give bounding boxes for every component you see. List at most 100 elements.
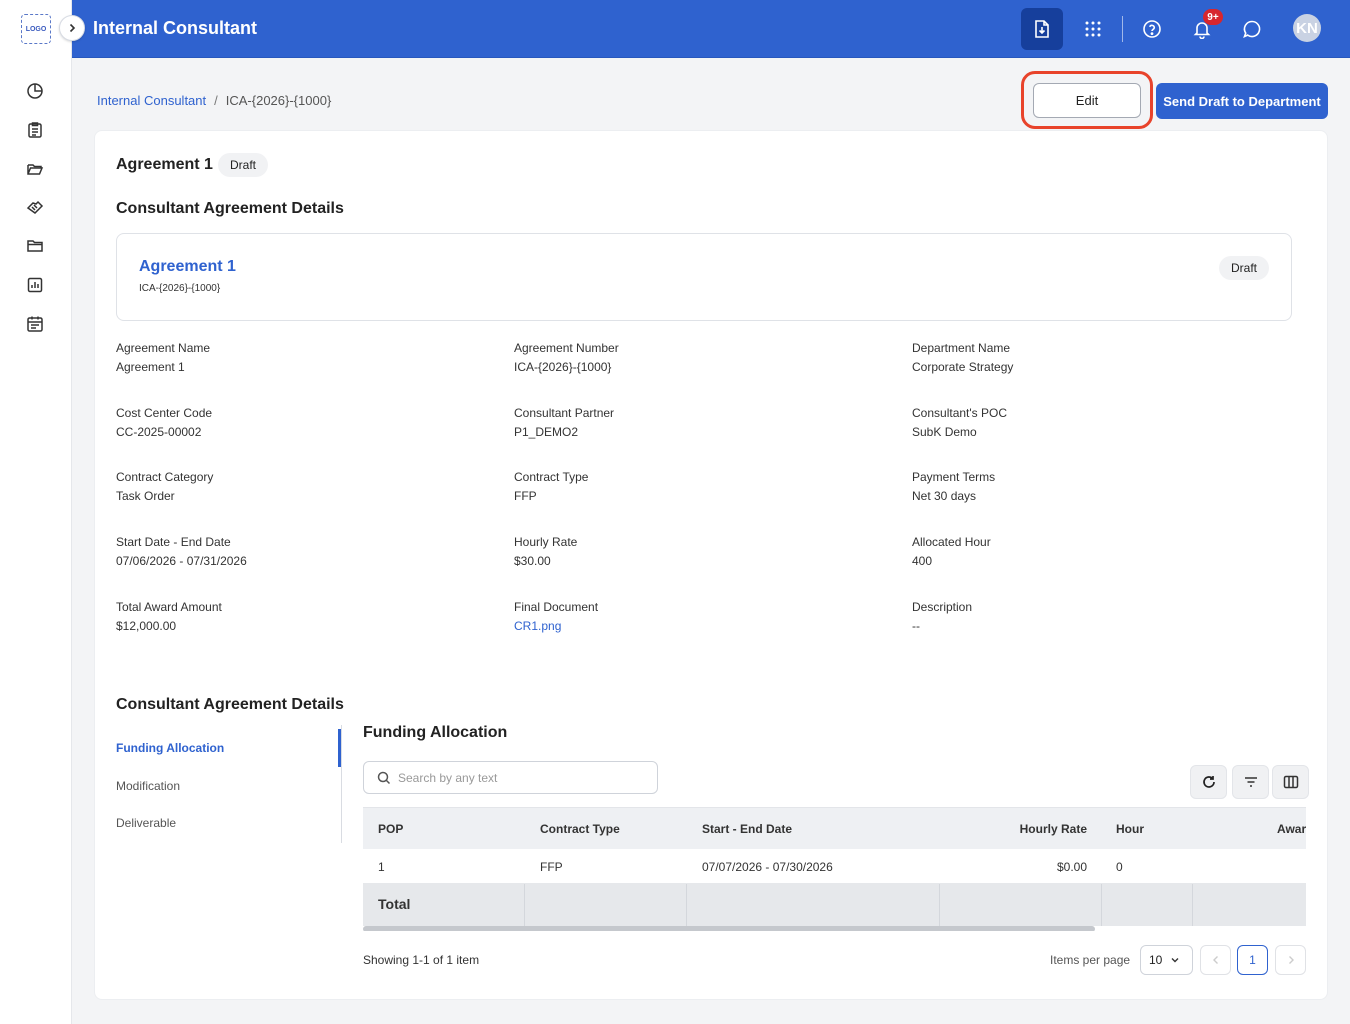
field-label: Start Date - End Date [116,535,231,549]
refresh-button[interactable] [1190,765,1227,799]
chevron-down-icon [1171,958,1179,963]
edit-button[interactable]: Edit [1033,83,1141,118]
field-label: Contract Type [514,470,589,484]
field-value: $30.00 [514,554,551,568]
column-header-award[interactable]: Awar [1277,822,1306,836]
field-consultant-poc: Consultant's POC SubK Demo [912,406,1252,439]
field-label: Allocated Hour [912,535,991,549]
search-input[interactable] [398,769,648,787]
field-payment-terms: Payment Terms Net 30 days [912,470,1252,503]
tab-funding-allocation[interactable]: Funding Allocation [116,741,224,755]
download-document-button[interactable] [1021,8,1063,50]
column-header-start-end-date[interactable]: Start - End Date [702,822,792,836]
breadcrumb-current: ICA-{2026}-{1000} [225,93,332,108]
summary-agreement-name: Agreement 1 [139,258,236,275]
field-value: $12,000.00 [116,619,177,633]
cell-start-end-date: 07/07/2026 - 07/30/2026 [702,860,833,874]
final-document-link[interactable]: CR1.png [514,619,854,633]
sidebar: LOGO [0,0,72,1024]
column-header-contract-type[interactable]: Contract Type [540,822,620,836]
search-box [363,761,658,794]
field-value: SubK Demo [912,425,977,439]
calendar-icon[interactable] [24,313,46,335]
app-header: Internal Consultant 9+ KN [72,0,1350,58]
field-value: P1_DEMO2 [514,425,579,439]
field-department-name: Department Name Corporate Strategy [912,341,1252,374]
help-icon [1143,20,1161,38]
details-tabs: Funding Allocation Modification Delivera… [116,725,342,843]
items-per-page-value: 10 [1149,953,1163,967]
field-hourly-rate: Hourly Rate $30.00 [514,535,854,568]
field-value: 400 [912,554,933,568]
tab-modification[interactable]: Modification [116,779,180,793]
status-badge: Draft [218,153,269,177]
agreement-title: Agreement 1 [116,156,213,173]
total-cell [1102,884,1193,926]
field-value: Net 30 days [912,489,977,503]
folder-open-icon[interactable] [24,158,46,180]
breadcrumb-root-link[interactable]: Internal Consultant [97,93,206,108]
field-agreement-number: Agreement Number ICA-{2026}-{1000} [514,341,854,374]
field-label: Agreement Name [116,341,211,355]
tab-deliverable[interactable]: Deliverable [116,816,176,830]
field-label: Consultant Partner [514,406,615,420]
pie-chart-icon[interactable] [24,80,46,102]
field-agreement-name: Agreement Name Agreement 1 [116,341,456,374]
field-label: Agreement Number [514,341,619,355]
sidebar-toggle-button[interactable] [59,15,85,41]
field-final-document: Final Document CR1.png [514,600,854,633]
field-consultant-partner: Consultant Partner P1_DEMO2 [514,406,854,439]
help-button[interactable] [1131,8,1173,50]
total-cell [940,884,1102,926]
chat-button[interactable] [1231,8,1273,50]
page-number-button[interactable]: 1 [1237,945,1268,975]
columns-button[interactable] [1272,765,1309,799]
field-label: Hourly Rate [514,535,578,549]
details-section-title: Consultant Agreement Details [116,200,344,217]
logo: LOGO [21,14,51,44]
total-cell [687,884,940,926]
items-per-page-select[interactable]: 10 [1140,945,1193,975]
summary-agreement-number: ICA-{2026}-{1000} [139,283,221,294]
field-value: -- [912,619,920,633]
field-label: Consultant's POC [912,406,1007,420]
total-label: Total [378,896,411,912]
cell-contract-type: FFP [540,860,563,874]
column-header-hourly-rate[interactable]: Hourly Rate [987,822,1087,836]
agreement-summary-box: Agreement 1 ICA-{2026}-{1000} Draft [116,233,1292,321]
field-label: Payment Terms [912,470,996,484]
header-divider [1122,16,1123,42]
table-row[interactable]: 1 FFP 07/07/2026 - 07/30/2026 $0.00 0 [363,849,1306,884]
column-header-hour[interactable]: Hour [1116,822,1144,836]
lower-section-title: Consultant Agreement Details [116,696,344,713]
folder-icon[interactable] [24,235,46,257]
app-title: Internal Consultant [93,18,258,38]
send-draft-button[interactable]: Send Draft to Department [1156,83,1328,119]
columns-icon [1283,775,1298,789]
field-label: Cost Center Code [116,406,213,420]
field-allocated-hour: Allocated Hour 400 [912,535,1252,568]
chevron-left-icon [1212,956,1218,964]
cell-pop: 1 [378,860,385,874]
column-header-pop[interactable]: POP [378,822,403,836]
breadcrumb: Internal Consultant / ICA-{2026}-{1000} [97,93,331,108]
bar-chart-icon[interactable] [24,274,46,296]
field-value: Corporate Strategy [912,360,1014,374]
field-value: Agreement 1 [116,360,185,374]
apps-button[interactable] [1072,8,1114,50]
clipboard-icon[interactable] [24,119,46,141]
chat-icon [1243,20,1261,38]
field-label: Total Award Amount [116,600,222,614]
previous-page-button[interactable] [1200,945,1231,975]
cell-hourly-rate: $0.00 [1056,860,1087,874]
refresh-icon [1202,776,1215,788]
handshake-icon[interactable] [24,197,46,219]
field-value: ICA-{2026}-{1000} [514,360,612,374]
field-label: Contract Category [116,470,214,484]
table-total-row: Total [363,884,1306,926]
horizontal-scrollbar[interactable] [363,926,1095,931]
avatar[interactable]: KN [1293,14,1321,42]
items-per-page-label: Items per page [1050,953,1131,967]
filter-button[interactable] [1232,765,1269,799]
next-page-button[interactable] [1275,945,1306,975]
